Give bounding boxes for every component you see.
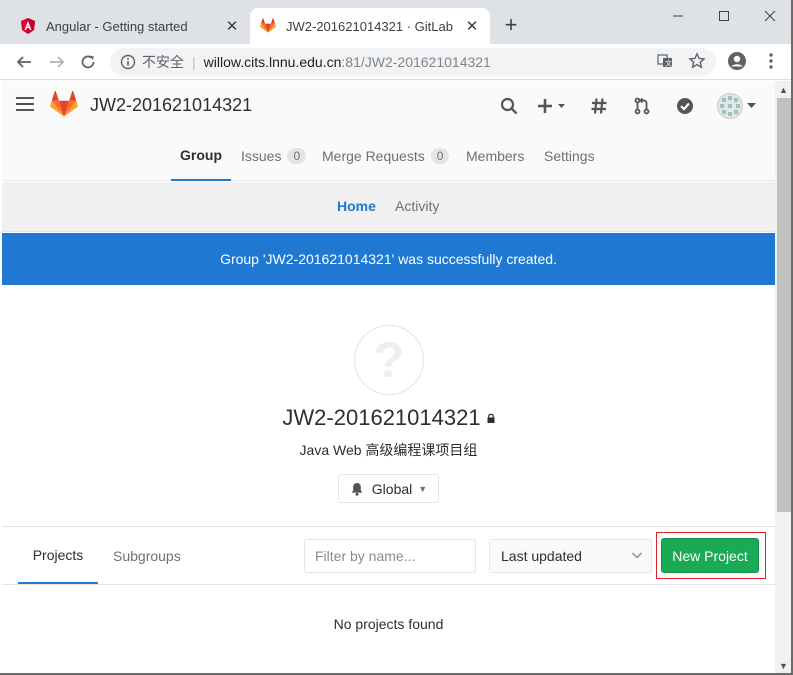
group-name: JW2-201621014321 bbox=[2, 405, 775, 431]
empty-state-message: No projects found bbox=[333, 616, 444, 632]
scroll-up-arrow-icon[interactable]: ▲ bbox=[779, 85, 788, 95]
forward-arrow-icon[interactable] bbox=[45, 50, 69, 74]
merge-request-icon[interactable] bbox=[631, 95, 653, 117]
tab-label: Projects bbox=[32, 546, 84, 563]
tab-issues[interactable]: Issues 0 bbox=[241, 131, 307, 181]
notification-level: Global bbox=[371, 480, 413, 497]
sort-value: Last updated bbox=[501, 548, 582, 564]
tab-label: Group bbox=[180, 147, 222, 163]
flash-message: Group 'JW2-201621014321' was successfull… bbox=[220, 251, 557, 267]
header-group-title[interactable]: JW2-201621014321 bbox=[90, 95, 252, 116]
merge-requests-count-badge: 0 bbox=[430, 148, 450, 164]
browser-tab-gitlab[interactable]: JW2-201621014321 · GitLab ✕ bbox=[250, 8, 490, 44]
svg-text:文: 文 bbox=[665, 59, 672, 68]
url-host: willow.cits.lnnu.edu.cn bbox=[203, 54, 342, 70]
maximize-icon[interactable] bbox=[701, 0, 747, 32]
tab-merge-requests[interactable]: Merge Requests 0 bbox=[322, 131, 450, 181]
lock-icon bbox=[487, 413, 495, 426]
subtab-home[interactable]: Home bbox=[337, 198, 376, 214]
address-bar[interactable]: 不安全 | willow.cits.lnnu.edu.cn:81/JW2-201… bbox=[110, 48, 716, 76]
hash-icon[interactable] bbox=[588, 95, 610, 117]
tab-label: Issues bbox=[241, 148, 282, 164]
profile-icon[interactable] bbox=[726, 50, 748, 72]
tab-label: Merge Requests bbox=[322, 148, 425, 164]
gitlab-icon bbox=[260, 18, 276, 33]
bookmark-star-icon[interactable] bbox=[686, 50, 708, 72]
chevron-down-icon bbox=[631, 549, 643, 564]
tab-title: Angular - Getting started bbox=[46, 18, 188, 34]
group-description: Java Web 高级编程课项目组 bbox=[299, 442, 478, 458]
todo-check-icon[interactable] bbox=[674, 95, 696, 117]
gitlab-header: JW2-201621014321 bbox=[2, 81, 775, 131]
minimize-icon[interactable] bbox=[655, 0, 701, 32]
gitlab-logo-icon[interactable] bbox=[50, 91, 78, 119]
group-avatar: ? bbox=[354, 325, 424, 395]
tab-label: Subgroups bbox=[113, 547, 181, 564]
search-icon[interactable] bbox=[498, 95, 520, 117]
notification-dropdown[interactable]: Global ▼ bbox=[338, 474, 439, 503]
tab-label: Members bbox=[466, 148, 525, 164]
divider: | bbox=[192, 54, 196, 70]
issues-count-badge: 0 bbox=[287, 148, 307, 164]
reload-icon[interactable] bbox=[76, 50, 100, 74]
chevron-down-icon[interactable] bbox=[746, 95, 756, 117]
group-sub-nav: Home Activity bbox=[2, 182, 775, 232]
translate-icon[interactable]: 文 bbox=[654, 50, 676, 72]
info-icon[interactable] bbox=[120, 54, 136, 70]
tab-title: JW2-201621014321 · GitLab bbox=[286, 18, 453, 34]
close-tab-icon[interactable]: ✕ bbox=[464, 18, 480, 35]
divider bbox=[2, 584, 775, 585]
tab-subgroups[interactable]: Subgroups bbox=[113, 527, 181, 584]
new-project-button[interactable]: New Project bbox=[661, 538, 759, 573]
new-tab-button[interactable]: + bbox=[500, 12, 522, 37]
flash-notice: Group 'JW2-201621014321' was successfull… bbox=[2, 233, 775, 285]
page-viewport: JW2-201621014321 Group Issues 0 Merge Re… bbox=[2, 81, 775, 673]
tab-group[interactable]: Group bbox=[171, 131, 231, 181]
bell-icon bbox=[351, 482, 363, 496]
group-name-text: JW2-201621014321 bbox=[282, 405, 481, 430]
group-avatar-glyph: ? bbox=[373, 332, 405, 388]
url-path: :81/JW2-201621014321 bbox=[341, 54, 491, 70]
caret-down-icon: ▼ bbox=[418, 483, 428, 494]
tab-label: Settings bbox=[544, 148, 595, 164]
user-avatar[interactable] bbox=[717, 93, 743, 119]
angular-icon bbox=[21, 18, 35, 34]
hamburger-menu-icon[interactable] bbox=[16, 97, 34, 113]
close-tab-icon[interactable]: ✕ bbox=[224, 18, 240, 35]
browser-menu-icon[interactable] bbox=[760, 50, 782, 72]
sort-dropdown[interactable]: Last updated bbox=[489, 539, 652, 573]
tab-settings[interactable]: Settings bbox=[544, 131, 595, 181]
scroll-down-arrow-icon[interactable]: ▼ bbox=[779, 661, 788, 671]
window-close-icon[interactable] bbox=[747, 0, 793, 32]
projects-section: Projects Subgroups Last updated New Proj… bbox=[2, 526, 775, 673]
browser-tab-strip: Angular - Getting started ✕ JW2-20162101… bbox=[0, 0, 793, 44]
browser-toolbar: 不安全 | willow.cits.lnnu.edu.cn:81/JW2-201… bbox=[0, 44, 793, 80]
security-label: 不安全 bbox=[142, 54, 184, 70]
tab-members[interactable]: Members bbox=[466, 131, 524, 181]
back-arrow-icon[interactable] bbox=[12, 50, 36, 74]
group-nav-tabs: Group Issues 0 Merge Requests 0 Members … bbox=[2, 131, 775, 181]
new-project-label: New Project bbox=[672, 547, 748, 564]
plus-dropdown-icon[interactable] bbox=[537, 95, 569, 117]
tab-projects[interactable]: Projects bbox=[18, 527, 98, 584]
browser-tab-angular[interactable]: Angular - Getting started ✕ bbox=[10, 8, 250, 44]
filter-by-name-input[interactable] bbox=[304, 539, 476, 573]
scrollbar-thumb[interactable] bbox=[777, 98, 791, 512]
subtab-activity[interactable]: Activity bbox=[395, 198, 439, 214]
